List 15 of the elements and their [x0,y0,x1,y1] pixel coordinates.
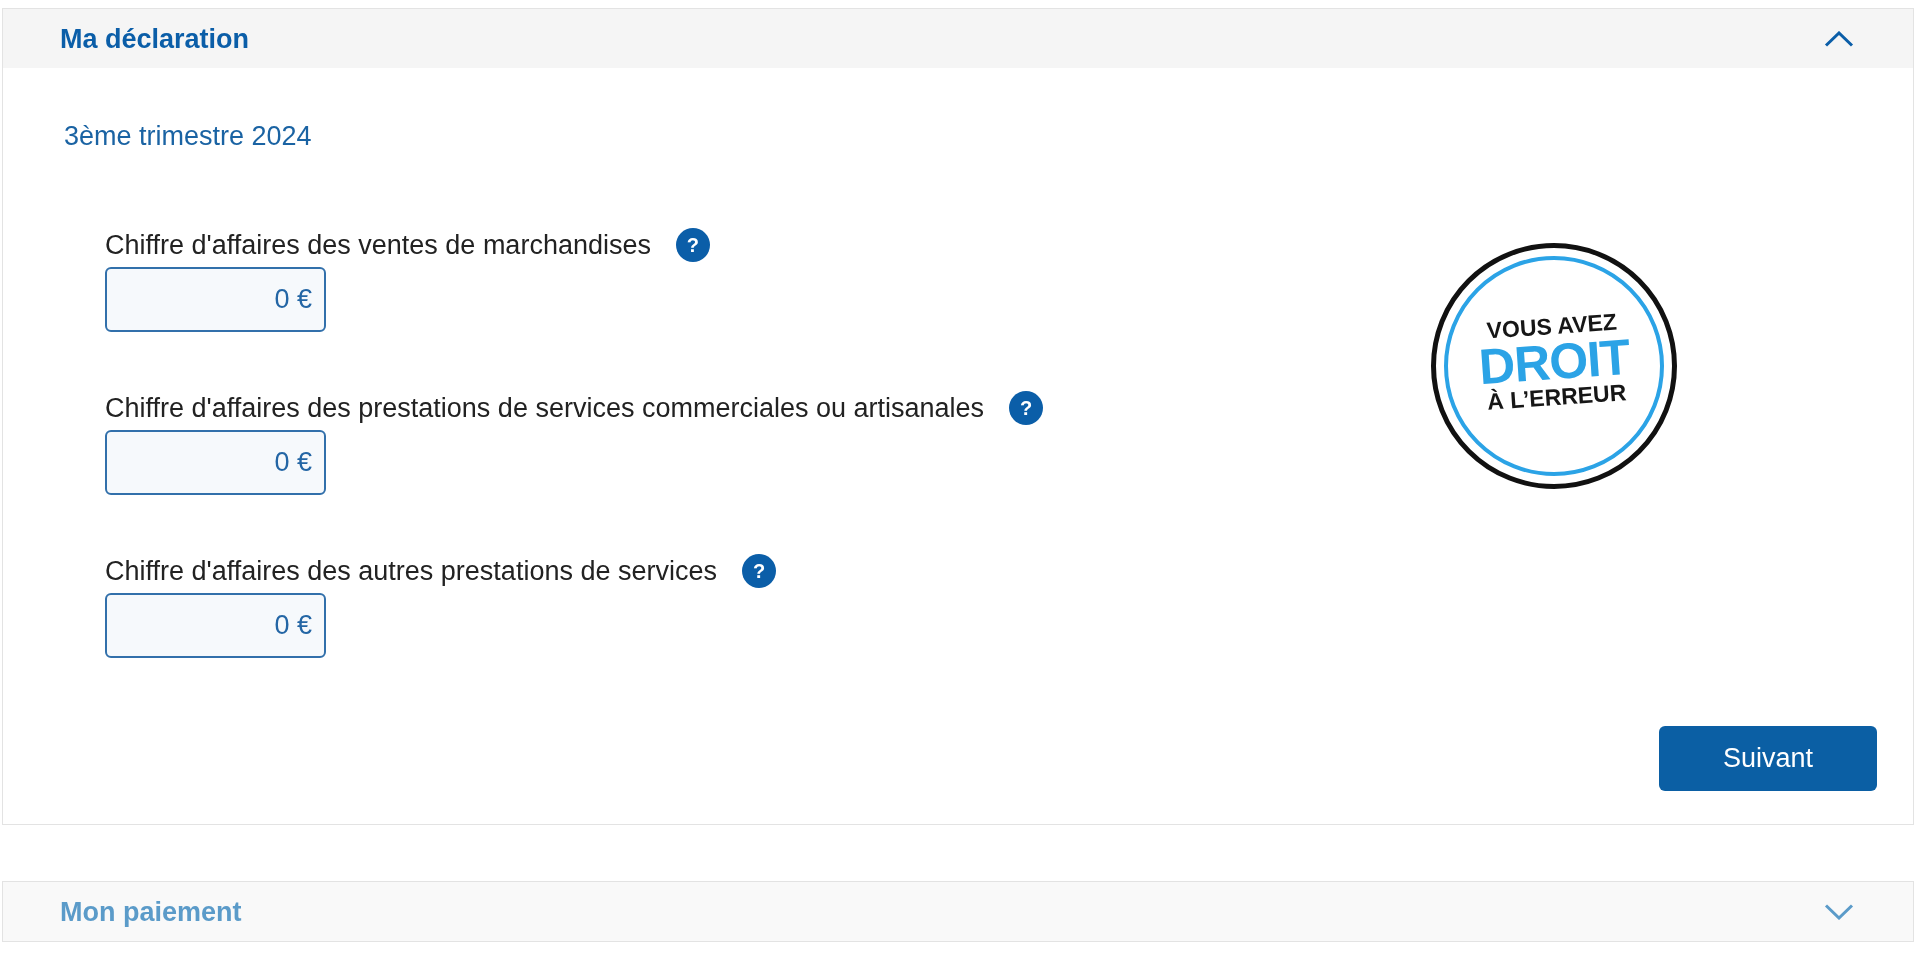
amount-field[interactable]: 0 € [105,593,326,658]
field-label: Chiffre d'affaires des prestations de services commerciales ou artisanales [105,392,985,424]
period-label: 3ème trimestre 2024 [64,120,313,152]
chevron-up-icon[interactable] [1824,30,1854,47]
section-title: Mon paiement [60,895,242,928]
amount-field[interactable]: 0 € [105,430,326,495]
help-icon[interactable]: ? [1009,391,1044,425]
field-label: Chiffre d'affaires des ventes de marchandises [105,229,651,261]
amount-field[interactable]: 0 € [105,267,326,332]
accordion-header[interactable]: Ma déclaration [3,9,1913,68]
next-button[interactable]: Suivant [1659,726,1877,791]
field-label: Chiffre d'affaires des autres prestations de services [105,555,717,587]
help-icon[interactable]: ? [742,554,776,588]
section-title: Ma déclaration [60,22,250,55]
help-icon[interactable]: ? [675,228,710,262]
